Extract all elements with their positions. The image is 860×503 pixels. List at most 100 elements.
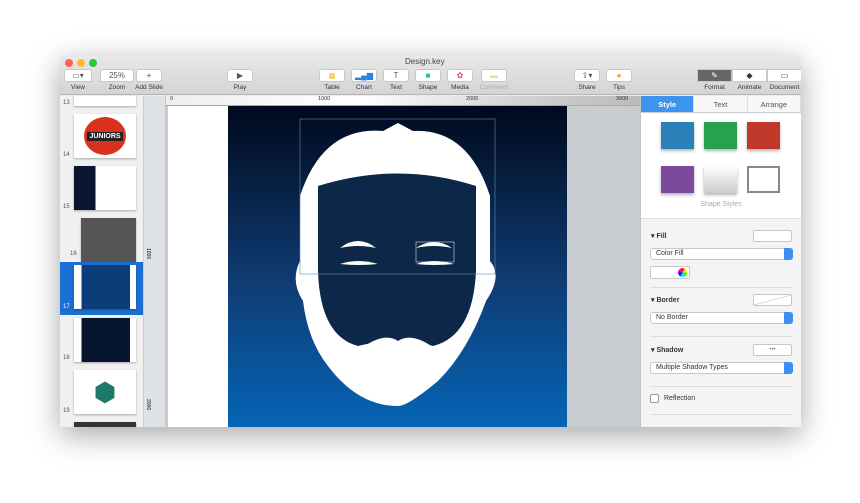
border-section-toggle[interactable]: ▾ Border bbox=[651, 296, 679, 304]
slide-thumb-15[interactable] bbox=[74, 166, 136, 210]
ruler-label: 2000 bbox=[145, 399, 151, 411]
media-label: Media bbox=[451, 84, 469, 91]
shadow-well[interactable]: ••• bbox=[753, 344, 792, 356]
zoom-button[interactable]: 25% Zoom bbox=[100, 69, 134, 91]
play-button[interactable]: ▶ Play bbox=[227, 69, 253, 91]
minimize-button[interactable] bbox=[77, 59, 85, 67]
comment-icon: ▬ bbox=[481, 69, 507, 82]
slide-thumb-20[interactable] bbox=[74, 422, 136, 427]
shape-icon: ■ bbox=[415, 69, 441, 82]
view-icon: ▭▾ bbox=[64, 69, 92, 82]
text-label: Text bbox=[390, 84, 402, 91]
color-wheel-icon[interactable] bbox=[678, 268, 687, 277]
document-icon: ▭ bbox=[767, 69, 801, 82]
ruler-label: 2000 bbox=[466, 96, 479, 102]
slide-thumb-13[interactable] bbox=[74, 96, 136, 106]
comment-button[interactable]: ▬ Comment bbox=[479, 69, 509, 91]
table-button[interactable]: ▦ Table bbox=[319, 69, 345, 91]
slide-thumb-18[interactable] bbox=[74, 318, 136, 362]
plus-icon: + bbox=[136, 69, 162, 82]
chart-button[interactable]: ▂▄▆ Chart bbox=[351, 69, 377, 91]
media-button[interactable]: ✿ Media bbox=[447, 69, 473, 91]
text-icon: T bbox=[383, 69, 409, 82]
toolbar: Design.key ▭▾ View 25% Zoom + Add Slide ▶ Pl… bbox=[60, 55, 801, 95]
border-color-well[interactable] bbox=[753, 294, 792, 306]
paintbrush-icon: ✎ bbox=[697, 69, 732, 82]
table-icon: ▦ bbox=[319, 69, 345, 82]
slide-number: 16 bbox=[70, 251, 77, 257]
ruler-label: 3000 bbox=[616, 96, 629, 102]
slide-number: 19 bbox=[63, 408, 70, 414]
tab-text[interactable]: Text bbox=[694, 96, 748, 112]
border-type-select[interactable]: No Border bbox=[650, 312, 793, 324]
chart-icon: ▂▄▆ bbox=[351, 69, 377, 82]
document-button[interactable]: ▭ Document bbox=[767, 69, 801, 91]
slide-canvas[interactable] bbox=[166, 106, 640, 427]
slide-thumb-17[interactable] bbox=[74, 265, 136, 309]
slide-thumb-14[interactable]: JUNIORS bbox=[74, 114, 136, 158]
zoom-label: Zoom bbox=[108, 84, 126, 91]
tab-style[interactable]: Style bbox=[641, 96, 695, 112]
text-button[interactable]: T Text bbox=[383, 69, 409, 91]
fill-label: Fill bbox=[656, 233, 667, 240]
share-label: Share bbox=[578, 84, 596, 91]
animate-button[interactable]: ◆ Animate bbox=[732, 69, 767, 91]
shape-label: Shape bbox=[418, 84, 438, 91]
close-button[interactable] bbox=[65, 59, 73, 67]
slide-number: 13 bbox=[63, 100, 70, 106]
view-label: View bbox=[71, 84, 85, 91]
face-illustration[interactable] bbox=[228, 106, 567, 427]
share-icon: ⇧▾ bbox=[574, 69, 600, 82]
shape-style-red[interactable] bbox=[747, 122, 780, 149]
inspector-switcher: ✎ Format ◆ Animate ▭ Document bbox=[697, 69, 801, 91]
slide-thumb-19[interactable]: ⬢ bbox=[74, 370, 136, 414]
zoom-window-button[interactable] bbox=[89, 59, 97, 67]
fill-color-picker[interactable] bbox=[650, 266, 690, 279]
share-button[interactable]: ⇧▾ Share bbox=[574, 69, 600, 91]
add-slide-button[interactable]: + Add Slide bbox=[133, 69, 165, 91]
juniors-logo-text: JUNIORS bbox=[87, 131, 123, 141]
play-icon: ▶ bbox=[227, 69, 253, 82]
play-label: Play bbox=[233, 84, 247, 91]
slide-thumb-16[interactable] bbox=[81, 218, 136, 262]
window-title: Design.key bbox=[405, 57, 445, 66]
divider bbox=[650, 336, 793, 337]
reflection-checkbox[interactable] bbox=[650, 394, 659, 403]
border-label: Border bbox=[656, 297, 680, 304]
view-button[interactable]: ▭▾ View bbox=[64, 69, 92, 91]
shape-button[interactable]: ■ Shape bbox=[415, 69, 441, 91]
shape-style-gradient[interactable] bbox=[704, 166, 737, 193]
horizontal-ruler: 0 1000 2000 3000 bbox=[166, 96, 640, 106]
fill-color-well[interactable] bbox=[753, 230, 792, 242]
shadow-type-select[interactable]: Multiple Shadow Types bbox=[650, 362, 793, 374]
divider bbox=[650, 386, 793, 387]
slide-number: 14 bbox=[63, 152, 70, 158]
slide[interactable] bbox=[168, 106, 567, 427]
shape-styles: Shape Styles bbox=[641, 113, 801, 219]
slide-number: 15 bbox=[63, 204, 70, 210]
animate-icon: ◆ bbox=[732, 69, 767, 82]
document-label: Document bbox=[769, 84, 800, 91]
ruler-label: 0 bbox=[170, 96, 174, 102]
tips-label: Tips bbox=[612, 84, 626, 91]
chart-label: Chart bbox=[356, 84, 372, 91]
shape-style-green[interactable] bbox=[704, 122, 737, 149]
shadow-section-toggle[interactable]: ▾ Shadow bbox=[651, 346, 683, 354]
media-icon: ✿ bbox=[447, 69, 473, 82]
format-button[interactable]: ✎ Format bbox=[697, 69, 732, 91]
slide-navigator[interactable]: 13 JUNIORS 14 15 16 17 18 ⬢ 19 bbox=[60, 96, 144, 427]
shape-styles-label: Shape Styles bbox=[700, 201, 742, 208]
fill-section-toggle[interactable]: ▾ Fill bbox=[651, 232, 667, 240]
fill-type-select[interactable]: Color Fill bbox=[650, 248, 793, 260]
shape-style-outline[interactable] bbox=[747, 166, 780, 193]
ruler-label: 1000 bbox=[318, 96, 331, 102]
shape-style-purple[interactable] bbox=[661, 166, 694, 193]
tab-arrange[interactable]: Arrange bbox=[747, 96, 801, 112]
keynote-window: Design.key ▭▾ View 25% Zoom + Add Slide ▶ Pl… bbox=[60, 55, 801, 427]
shape-style-blue[interactable] bbox=[661, 122, 694, 149]
slide-number: 18 bbox=[63, 355, 70, 361]
tips-button[interactable]: ● Tips bbox=[606, 69, 632, 91]
format-inspector: Style Text Arrange Shape Styles ▾ Fill C… bbox=[640, 96, 801, 427]
format-label: Format bbox=[704, 84, 725, 91]
divider bbox=[650, 287, 793, 288]
